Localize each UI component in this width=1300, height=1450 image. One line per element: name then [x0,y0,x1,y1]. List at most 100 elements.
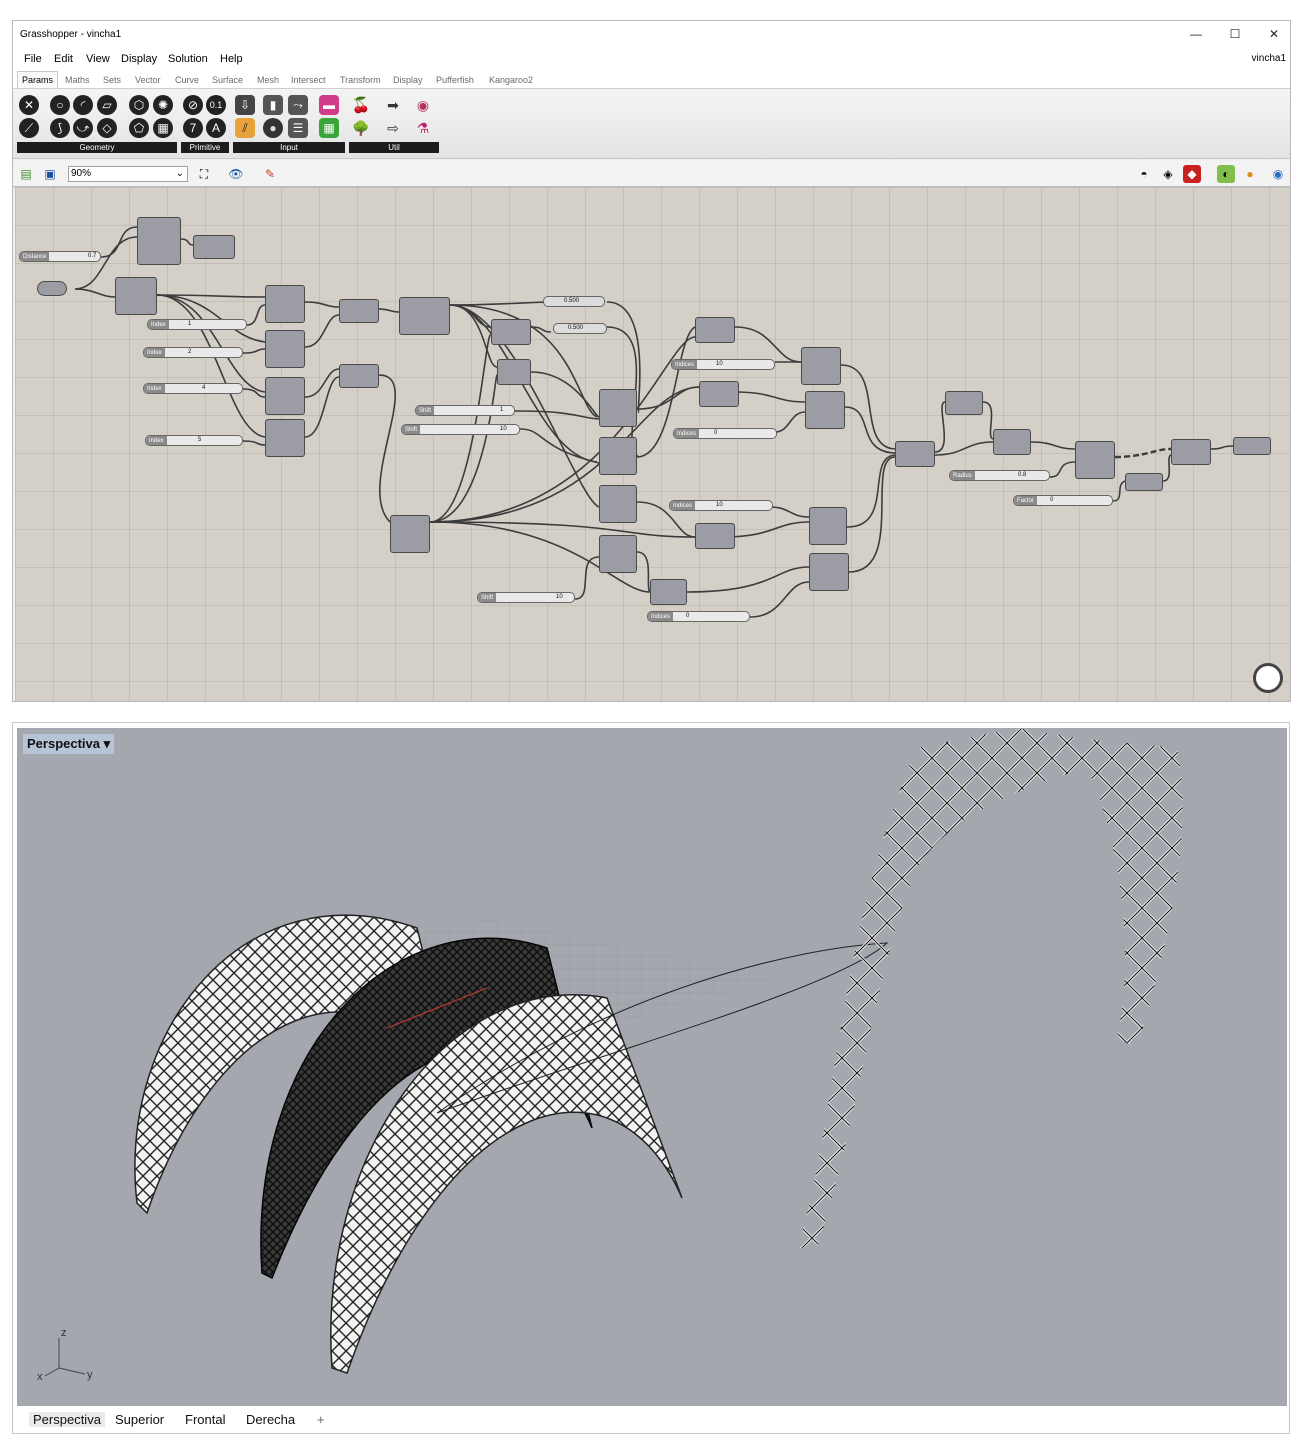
preview-selected-icon[interactable]: ◆ [1183,165,1201,183]
button-icon[interactable]: ● [263,118,283,138]
bake-node[interactable] [1233,437,1271,455]
brep-icon[interactable]: ⬡ [129,95,149,115]
indices-slider-3[interactable]: Indices 10 [669,500,773,511]
arc-icon[interactable]: ◜ [73,95,93,115]
divide-curve-node-2[interactable] [390,515,430,553]
minimize-button[interactable]: — [1181,25,1211,43]
shift-list-node-1[interactable] [599,389,637,427]
line-node-3[interactable] [695,317,735,343]
list-item-node-1[interactable] [265,285,305,323]
grasshopper-canvas[interactable]: Distance 0.7 Index 1 Index 2 Index 4 Ind… [15,187,1290,701]
shift-list-node-4[interactable] [599,535,637,573]
text-icon[interactable]: A [206,118,226,138]
menu-file[interactable]: File [24,53,42,65]
tab-display[interactable]: Display [393,75,423,85]
value-list-icon[interactable]: ☰ [288,118,308,138]
shift-slider-1[interactable]: Shift 1 [415,405,515,416]
maximize-button[interactable]: ☐ [1220,25,1250,43]
offset-curve-node[interactable] [137,217,181,265]
navigation-wheel-icon[interactable] [1253,663,1283,693]
point-icon[interactable]: ✕ [19,95,39,115]
preview-wireframe-icon[interactable]: ◈ [1159,165,1177,183]
line-node-2[interactable] [497,359,531,385]
graft-node[interactable] [193,235,235,259]
geometry-icon[interactable]: ▦ [153,118,173,138]
boolean-icon[interactable]: ⊘ [183,95,203,115]
zoom-extents-icon[interactable]: ⛶ [195,165,213,183]
tab-derecha[interactable]: Derecha [246,1412,295,1427]
graph-icon[interactable]: ⤳ [288,95,308,115]
indices-slider-2[interactable]: Indices 0 [673,428,777,439]
tab-curve[interactable]: Curve [175,75,199,85]
index-slider-4[interactable]: Index 4 [143,383,243,394]
radius-slider[interactable]: Radius 0.8 [949,470,1050,481]
factor-slider[interactable]: Factor 0 [1013,495,1113,506]
preview-mesh-icon[interactable]: ◐ [1217,165,1235,183]
menu-display[interactable]: Display [121,53,157,65]
solid-union-node[interactable] [1171,439,1211,465]
tab-perspectiva[interactable]: Perspectiva [29,1412,105,1427]
menu-help[interactable]: Help [220,53,243,65]
tab-sets[interactable]: Sets [103,75,121,85]
caret-down-icon[interactable]: ▾ [104,736,111,751]
tab-surface[interactable]: Surface [212,75,243,85]
tab-params[interactable]: Params [17,71,59,88]
merge-node[interactable] [895,441,935,467]
polyline-icon[interactable]: ⤻ [73,118,93,138]
cherry-icon[interactable]: 🍒 [351,95,371,115]
number-slider-500-a[interactable]: 0.500 [543,296,605,307]
explode-node[interactable] [115,277,157,315]
menu-view[interactable]: View [86,53,110,65]
tab-pufferfish[interactable]: Pufferfish [436,75,474,85]
viewport-title[interactable]: Perspectiva ▾ [23,734,115,754]
cluster-icon[interactable]: ◉ [413,95,433,115]
line-icon[interactable]: ⟋ [19,118,39,138]
matrix-icon[interactable]: ▦ [319,118,339,138]
slider-input-icon[interactable]: ⫽ [235,118,255,138]
arrow-right-icon[interactable]: ➡ [383,95,403,115]
graft-node-2[interactable] [945,391,983,415]
line-node-6[interactable] [650,579,687,605]
tab-frontal[interactable]: Frontal [185,1412,225,1427]
mesh-icon[interactable]: ✺ [153,95,173,115]
arrow-outline-icon[interactable]: ⇨ [383,118,403,138]
shift-list-node-2[interactable] [599,437,637,475]
tab-superior[interactable]: Superior [115,1412,164,1427]
close-button[interactable]: ✕ [1259,25,1289,43]
index-slider-5[interactable]: Index 5 [145,435,243,446]
indices-slider-1[interactable]: Indices 10 [671,359,775,370]
import-icon[interactable]: ⇩ [235,95,255,115]
list-item-node-2[interactable] [265,330,305,368]
menu-solution[interactable]: Solution [168,53,208,65]
join-node[interactable] [993,429,1031,455]
flask-icon[interactable]: ⚗ [413,118,433,138]
document-preview-icon[interactable]: ◉ [1269,165,1287,183]
open-file-icon[interactable]: ▤ [17,165,35,183]
list-item-node-4[interactable] [265,419,305,457]
number-slider-500-b[interactable]: 0.500 [553,323,607,334]
curve-icon[interactable]: ⟆ [50,118,70,138]
interpolate-node-2[interactable] [339,364,379,388]
tab-maths[interactable]: Maths [65,75,90,85]
cull-index-node-2[interactable] [805,391,845,429]
shift-slider-3[interactable]: Shift 10 [477,592,575,603]
line-node-1[interactable] [491,319,531,345]
shift-slider-2[interactable]: Shift 10 [401,424,520,435]
curve-param-node[interactable] [37,281,67,296]
plane-icon[interactable]: ◇ [97,118,117,138]
tab-intersect[interactable]: Intersect [291,75,326,85]
list-item-node-3[interactable] [265,377,305,415]
menu-edit[interactable]: Edit [54,53,73,65]
integer-icon[interactable]: 7 [183,118,203,138]
number-icon[interactable]: 0.1 [206,95,226,115]
distance-slider[interactable]: Distance 0.7 [19,251,101,262]
box-icon[interactable]: ▱ [97,95,117,115]
preview-shaded-icon[interactable]: ◓ [1135,165,1153,183]
tab-transform[interactable]: Transform [340,75,381,85]
index-slider-2[interactable]: Index 2 [143,347,243,358]
cull-index-node-1[interactable] [801,347,841,385]
line-node-5[interactable] [695,523,735,549]
pipe-node[interactable] [1075,441,1115,479]
add-tab-icon[interactable]: + [317,1412,325,1427]
tab-kangaroo2[interactable]: Kangaroo2 [489,75,533,85]
